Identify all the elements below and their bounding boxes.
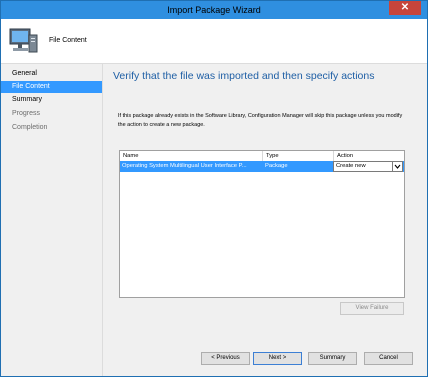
next-button[interactable]: Next > — [253, 352, 302, 365]
action-select[interactable]: Create new — [333, 161, 403, 172]
wizard-content: Verify that the file was imported and th… — [103, 64, 427, 376]
table-row[interactable]: Operating System Multilingual User Inter… — [120, 161, 404, 172]
cancel-button[interactable]: Cancel — [364, 352, 413, 365]
computer-icon — [9, 28, 38, 53]
wizard-steps-sidebar: General File Content Summary Progress Co… — [1, 64, 103, 376]
info-text: If this package already exists in the So… — [118, 113, 403, 128]
package-grid: Name Type Action Operating System Multil… — [119, 150, 405, 298]
step-summary[interactable]: Summary — [1, 94, 102, 106]
cell-type: Package — [265, 163, 288, 169]
step-progress: Progress — [12, 110, 41, 117]
column-header-name[interactable]: Name — [120, 151, 263, 161]
action-select-value: Create new — [336, 163, 366, 169]
column-header-action[interactable]: Action — [334, 151, 404, 161]
step-general[interactable]: General — [1, 68, 102, 80]
close-icon: ✕ — [400, 2, 410, 13]
wizard-header: File Content — [1, 19, 427, 64]
title-bar: Import Package Wizard ✕ — [1, 1, 427, 19]
main-heading: Verify that the file was imported and th… — [113, 70, 375, 82]
step-file-content[interactable]: File Content — [1, 81, 102, 93]
summary-button[interactable]: Summary — [308, 352, 357, 365]
view-failure-button: View Failure — [340, 302, 404, 315]
close-button[interactable]: ✕ — [389, 1, 421, 15]
wizard-window: Import Package Wizard ✕ File Content Gen… — [0, 0, 428, 377]
page-title: File Content — [49, 37, 87, 44]
step-completion: Completion — [12, 124, 48, 131]
cell-name: Operating System Multilingual User Inter… — [122, 163, 247, 169]
chevron-down-icon — [392, 162, 401, 171]
column-header-type[interactable]: Type — [263, 151, 334, 161]
previous-button[interactable]: < Previous — [201, 352, 250, 365]
window-title: Import Package Wizard — [167, 5, 261, 15]
